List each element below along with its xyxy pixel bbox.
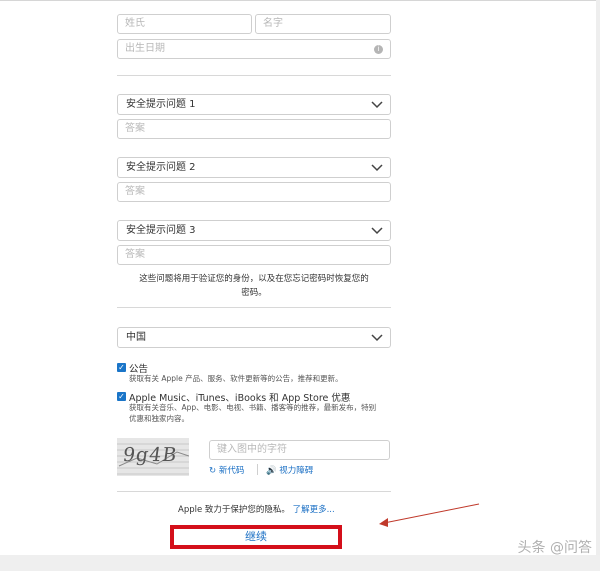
security-answer-1-placeholder: 答案 — [125, 123, 145, 134]
top-border — [0, 0, 600, 1]
privacy-text: Apple 致力于保护您的隐私。 — [178, 505, 290, 515]
section-divider — [117, 491, 391, 492]
security-question-2-label: 安全提示问题 2 — [126, 162, 196, 173]
offers-desc: 获取有关音乐、App、电影、电视、书籍、播客等的推荐，最新发布，特别 优惠和独家… — [129, 402, 391, 424]
vision-impaired-label: 视力障碍 — [279, 466, 314, 476]
birthday-field[interactable]: 出生日期 i — [117, 39, 391, 59]
new-code-link[interactable]: ↻ 新代码 — [209, 464, 244, 476]
privacy-statement: Apple 致力于保护您的隐私。 了解更多... — [178, 503, 335, 515]
security-questions-note: 这些问题将用于验证您的身份，以及在您忘记密码时恢复您的 密码。 — [117, 272, 391, 298]
chevron-down-icon — [371, 334, 383, 342]
annotation-arrow — [379, 503, 480, 527]
security-question-1-label: 安全提示问题 1 — [126, 99, 196, 110]
section-divider — [117, 307, 391, 308]
new-code-label: 新代码 — [218, 466, 245, 476]
refresh-icon: ↻ — [209, 466, 217, 476]
security-question-3-select[interactable]: 安全提示问题 3 — [117, 220, 391, 241]
captcha-image: 9g4B — [117, 438, 189, 476]
right-scroll-gutter — [596, 0, 600, 571]
last-name-field[interactable]: 姓氏 — [117, 14, 252, 34]
security-answer-1-field[interactable]: 答案 — [117, 119, 391, 139]
captcha-input-placeholder: 键入图中的字符 — [217, 444, 287, 455]
captcha-text: 9g4B — [121, 444, 179, 466]
security-answer-3-placeholder: 答案 — [125, 249, 145, 260]
security-question-2-select[interactable]: 安全提示问题 2 — [117, 157, 391, 178]
watermark: 头条 @问答 — [517, 540, 592, 556]
security-question-3-label: 安全提示问题 3 — [126, 225, 196, 236]
captcha-link-separator — [257, 464, 258, 475]
announcements-desc: 获取有关 Apple 产品、服务、软件更新等的公告，推荐和更新。 — [129, 374, 343, 383]
chevron-down-icon — [371, 101, 383, 109]
continue-label: 继续 — [245, 530, 267, 543]
security-questions-note-line1: 这些问题将用于验证您的身份，以及在您忘记密码时恢复您的 — [139, 274, 369, 284]
first-name-field[interactable]: 名字 — [255, 14, 391, 34]
captcha-input[interactable]: 键入图中的字符 — [209, 440, 390, 460]
announcements-checkbox[interactable]: ✓ — [117, 363, 126, 372]
speaker-icon: 🔊 — [266, 466, 277, 476]
security-questions-note-line2: 密码。 — [241, 288, 267, 298]
continue-button[interactable]: 继续 — [170, 525, 342, 549]
section-divider — [117, 75, 391, 76]
offers-checkbox[interactable]: ✓ — [117, 392, 126, 401]
country-select[interactable]: 中国 — [117, 327, 391, 348]
security-answer-3-field[interactable]: 答案 — [117, 245, 391, 265]
bottom-bar — [0, 555, 600, 571]
security-answer-2-placeholder: 答案 — [125, 186, 145, 197]
info-icon[interactable]: i — [374, 45, 383, 54]
vision-impaired-link[interactable]: 🔊 视力障碍 — [266, 464, 313, 476]
birthday-placeholder: 出生日期 — [125, 43, 165, 54]
offers-desc-line1: 获取有关音乐、App、电影、电视、书籍、播客等的推荐，最新发布，特别 — [129, 403, 377, 412]
security-question-1-select[interactable]: 安全提示问题 1 — [117, 94, 391, 115]
chevron-down-icon — [371, 164, 383, 172]
learn-more-link[interactable]: 了解更多... — [293, 505, 335, 515]
chevron-down-icon — [371, 227, 383, 235]
security-answer-2-field[interactable]: 答案 — [117, 182, 391, 202]
offers-desc-line2: 优惠和独家内容。 — [129, 414, 189, 423]
country-label: 中国 — [126, 332, 146, 343]
last-name-placeholder: 姓氏 — [125, 18, 145, 29]
first-name-placeholder: 名字 — [263, 18, 283, 29]
